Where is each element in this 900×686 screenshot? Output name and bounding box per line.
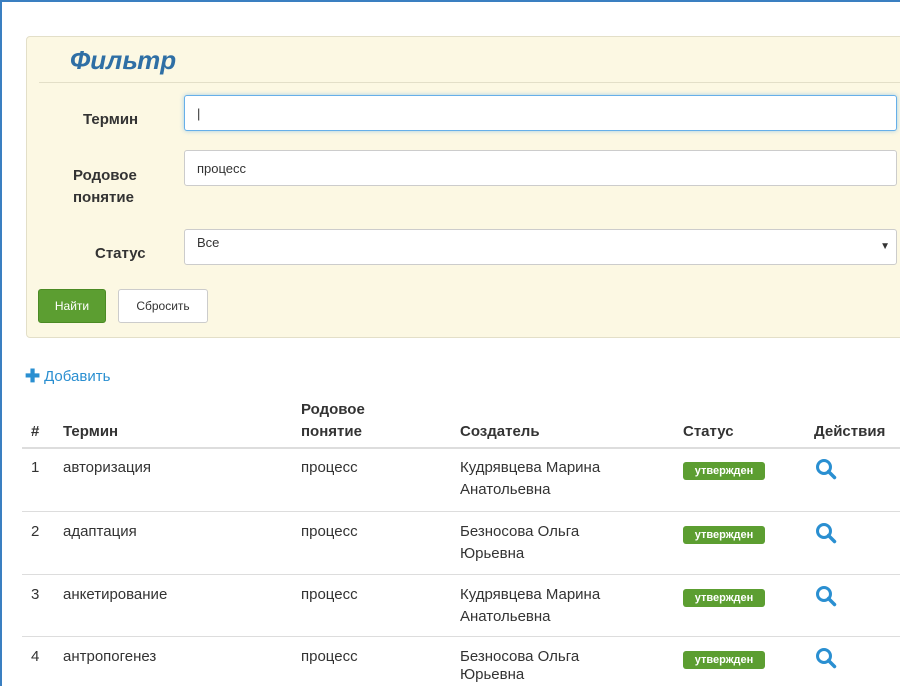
genus-label-line1: Родовое	[73, 167, 137, 184]
row-term: адаптация	[63, 523, 137, 540]
search-icon[interactable]	[815, 522, 837, 544]
find-button[interactable]: Найти	[38, 289, 106, 323]
chevron-down-icon: ▼	[880, 241, 890, 252]
row-creator-line2: Анатольевна	[460, 608, 551, 625]
status-label: Статус	[95, 245, 146, 262]
genus-label-line2: понятие	[73, 189, 134, 206]
status-select-value: Все	[197, 235, 220, 250]
status-badge: утвержден	[683, 462, 765, 480]
window-top-border	[0, 0, 900, 2]
row-genus: процесс	[301, 459, 358, 476]
filter-panel: Фильтр Термин Родовое понятие Статус Все…	[26, 36, 900, 338]
row-num: 1	[31, 459, 40, 476]
col-header-genus-line1: Родовое	[301, 401, 365, 418]
filter-divider	[39, 82, 900, 83]
row-term: антропогенез	[63, 648, 157, 665]
row-creator-line2: Юрьевна	[460, 545, 525, 562]
status-select[interactable]: Все ▼	[184, 229, 897, 265]
row-num: 3	[31, 586, 40, 603]
row-genus: процесс	[301, 586, 358, 603]
col-header-status: Статус	[683, 423, 734, 440]
search-icon[interactable]	[815, 585, 837, 607]
row-divider	[22, 511, 900, 512]
plus-icon: ✚	[25, 366, 41, 386]
row-divider	[22, 574, 900, 575]
row-creator-line2: Анатольевна	[460, 481, 551, 498]
row-num: 2	[31, 523, 40, 540]
status-badge: утвержден	[683, 589, 765, 607]
col-header-creator: Создатель	[460, 423, 540, 440]
row-divider	[22, 636, 900, 637]
col-header-num: #	[31, 423, 40, 440]
row-genus: процесс	[301, 523, 358, 540]
row-num: 4	[31, 648, 40, 665]
window-left-border	[0, 0, 2, 686]
search-icon[interactable]	[815, 458, 837, 480]
col-header-term: Термин	[63, 423, 119, 440]
filter-title: Фильтр	[70, 45, 177, 75]
add-link[interactable]: ✚ Добавить	[25, 366, 110, 387]
term-input[interactable]	[184, 95, 897, 131]
term-label: Термин	[83, 111, 139, 128]
row-term: анкетирование	[63, 586, 168, 603]
status-badge: утвержден	[683, 651, 765, 669]
table-header-divider	[22, 447, 900, 449]
row-creator-line1: Кудрявцева Марина	[460, 586, 601, 603]
row-genus: процесс	[301, 648, 358, 665]
col-header-actions: Действия	[814, 423, 886, 440]
col-header-genus-line2: понятие	[301, 423, 362, 440]
row-creator-line1: Безносова Ольга	[460, 523, 580, 540]
add-link-label: Добавить	[44, 368, 111, 385]
reset-button[interactable]: Сбросить	[118, 289, 208, 323]
search-icon[interactable]	[815, 647, 837, 669]
row-creator-line1: Кудрявцева Марина	[460, 459, 601, 476]
status-badge: утвержден	[683, 526, 765, 544]
genus-input[interactable]	[184, 150, 897, 186]
row-creator-line2: Юрьевна	[460, 666, 525, 683]
row-term: авторизация	[63, 459, 152, 476]
